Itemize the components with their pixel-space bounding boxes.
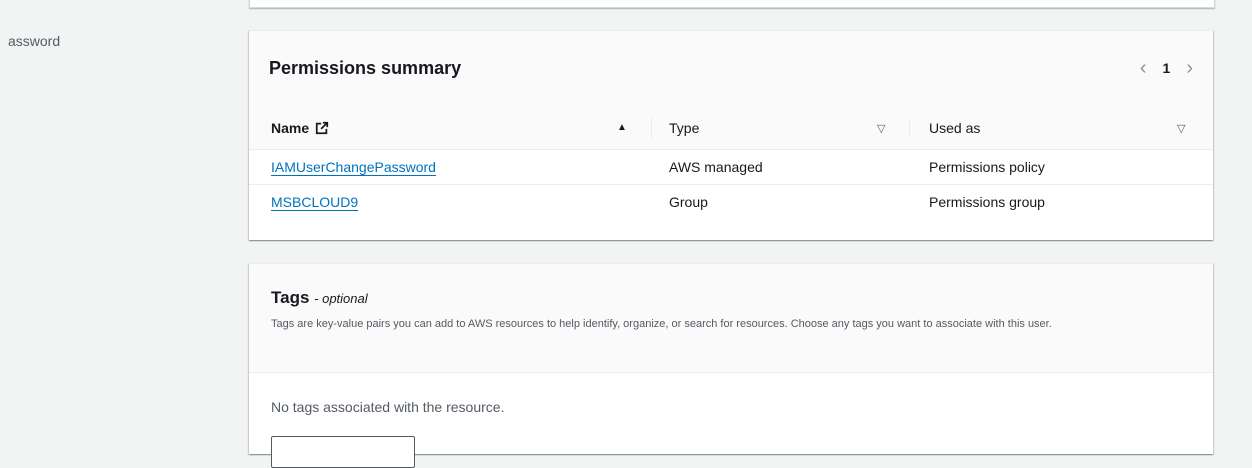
- sort-ascending-icon[interactable]: ▲: [617, 122, 627, 133]
- table-row: IAMUserChangePassword AWS managed Permis…: [249, 150, 1213, 185]
- tags-card: Tags - optional Tags are key-value pairs…: [249, 263, 1213, 468]
- tags-title: Tags - optional: [271, 288, 368, 308]
- tags-title-text: Tags: [271, 288, 310, 307]
- no-tags-message: No tags associated with the resource.: [271, 399, 505, 415]
- pager-prev-icon[interactable]: ‹: [1140, 58, 1147, 78]
- table-header: Name ▲ Type ▽ Used as ▽: [249, 106, 1213, 150]
- sort-descending-icon[interactable]: ▽: [877, 122, 885, 135]
- permissions-title: Permissions summary: [269, 58, 462, 78]
- external-link-icon: [316, 121, 329, 135]
- sidebar-label: assword: [8, 33, 61, 49]
- type-cell: AWS managed: [669, 159, 763, 175]
- column-header-used-as[interactable]: Used as: [929, 120, 980, 136]
- column-header-name[interactable]: Name: [271, 120, 329, 136]
- column-header-name-label: Name: [271, 120, 310, 136]
- policy-name-link[interactable]: IAMUserChangePassword: [271, 159, 436, 175]
- permissions-header: Permissions summary ‹ 1 ›: [249, 31, 1213, 106]
- used-as-cell: Permissions group: [929, 194, 1045, 210]
- group-name-link[interactable]: MSBCLOUD9: [271, 194, 358, 210]
- permissions-summary-card: Permissions summary ‹ 1 › Name ▲ Type ▽ …: [249, 30, 1213, 240]
- tags-optional-label: - optional: [314, 291, 368, 306]
- column-divider: [651, 118, 652, 138]
- pager-next-icon[interactable]: ›: [1186, 58, 1193, 78]
- previous-card-bottom: [249, 0, 1215, 8]
- tags-description: Tags are key-value pairs you can add to …: [271, 318, 1052, 330]
- sort-descending-icon[interactable]: ▽: [1177, 122, 1185, 135]
- pager-current-page[interactable]: 1: [1163, 60, 1171, 76]
- table-row: MSBCLOUD9 Group Permissions group: [249, 185, 1213, 219]
- used-as-cell: Permissions policy: [929, 159, 1045, 175]
- type-cell: Group: [669, 194, 708, 210]
- pagination: ‹ 1 ›: [1140, 58, 1193, 78]
- tags-header: Tags - optional Tags are key-value pairs…: [249, 264, 1213, 373]
- column-divider: [909, 118, 910, 138]
- column-header-type[interactable]: Type: [669, 120, 699, 136]
